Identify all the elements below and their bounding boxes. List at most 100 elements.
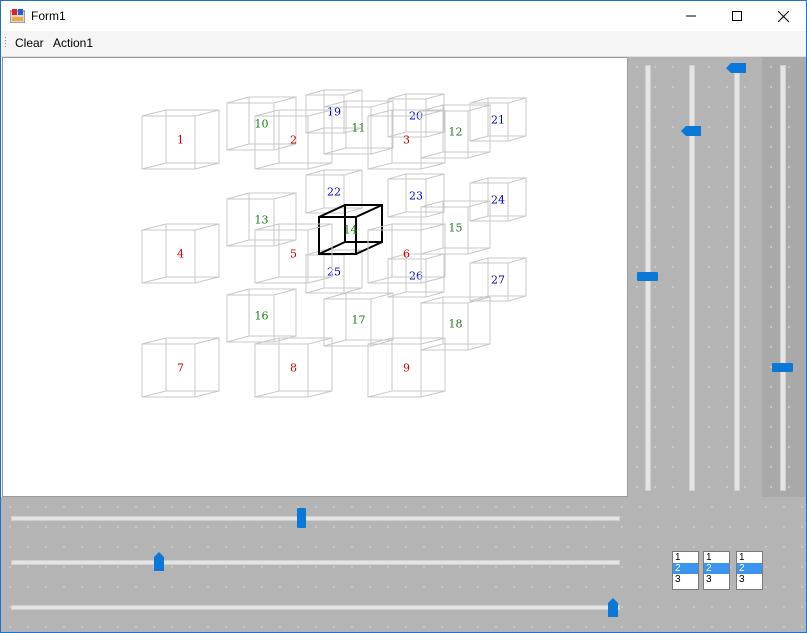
cube-label: 18 [449, 318, 463, 331]
listbox-1[interactable]: 1 2 3 [672, 551, 699, 590]
cube-edge [141, 223, 167, 231]
cube-edge [307, 276, 333, 284]
cube-1[interactable]: 1 [141, 109, 220, 170]
app-icon [10, 9, 25, 23]
cube-edge [367, 223, 393, 231]
cube-17[interactable]: 17 [323, 292, 394, 347]
cube-edge [141, 337, 167, 345]
cube-grid[interactable]: 19 20 2122 23 2425 26 2710 11 121314 1516 17 181 2 34… [3, 58, 627, 496]
vertical-slider-1-thumb[interactable] [637, 271, 658, 281]
cube-edge [420, 223, 446, 231]
cube-edge [387, 173, 407, 180]
listbox-2-item-selected[interactable]: 2 [704, 563, 729, 574]
cube-21[interactable]: 21 [469, 97, 527, 142]
cube-edge [425, 211, 445, 218]
cube-edge [469, 257, 489, 264]
cube-edge [307, 162, 333, 170]
minimize-button[interactable] [668, 1, 714, 31]
horizontal-slider-3-track[interactable] [11, 605, 620, 610]
vertical-slider-3-track[interactable] [734, 65, 740, 491]
cube-edge [226, 239, 250, 247]
cube-edge [370, 147, 394, 155]
cube-24[interactable]: 24 [469, 177, 527, 222]
cube-edge [420, 162, 446, 170]
cube-edge [194, 162, 220, 170]
listbox-1-item[interactable]: 3 [673, 574, 698, 585]
cube-edge [343, 287, 363, 294]
close-button[interactable] [760, 1, 806, 31]
menu-clear[interactable]: Clear [12, 36, 47, 50]
listbox-2-item[interactable]: 3 [704, 574, 729, 585]
cube-edge [467, 104, 491, 112]
listbox-1-item-selected[interactable]: 2 [673, 563, 698, 574]
cube-16[interactable]: 16 [226, 288, 297, 343]
cube-label: 17 [352, 314, 366, 327]
cube-22[interactable]: 22 [305, 169, 363, 214]
cube-25[interactable]: 25 [305, 249, 363, 294]
vertical-slider-2-thumb[interactable] [681, 125, 701, 136]
cube-edge [323, 147, 347, 155]
cube-edge [305, 207, 325, 214]
vertical-slider-4-track[interactable] [780, 65, 786, 491]
cube-edge [226, 143, 250, 151]
listbox-2-item[interactable]: 1 [704, 552, 729, 563]
cube-edge [226, 288, 250, 296]
cube-4[interactable]: 4 [141, 223, 220, 284]
cube-edge [273, 192, 297, 200]
cube-edge [469, 177, 489, 184]
cube-label: 8 [290, 362, 297, 375]
listbox-3[interactable]: 1 2 3 [736, 551, 763, 590]
horizontal-slider-1-thumb[interactable] [297, 508, 307, 528]
cube-edge [273, 288, 297, 296]
title-bar[interactable]: Form1 [1, 1, 806, 31]
menu-strip: Clear Action1 [1, 31, 806, 57]
cube-edge [425, 253, 445, 260]
maximize-icon [732, 11, 742, 21]
cube-edge [194, 109, 220, 117]
cube-edge [305, 127, 325, 134]
minimize-icon [686, 15, 696, 17]
cube-edge [343, 89, 363, 96]
cube-edge [226, 96, 250, 104]
horizontal-slider-3-thumb[interactable] [608, 598, 618, 617]
cube-27[interactable]: 27 [469, 257, 527, 302]
cube-edge [141, 276, 167, 284]
cube-front-face [367, 115, 422, 170]
cube-edge [467, 296, 491, 304]
cube-7[interactable]: 7 [141, 337, 220, 398]
horizontal-slider-2-thumb[interactable] [153, 552, 164, 571]
cube-label: 23 [409, 190, 423, 203]
listbox-2[interactable]: 1 2 3 [703, 551, 730, 590]
drawing-canvas[interactable]: 19 20 21 22 23 24 25 26 27 10 11 12 13 14 15 16 17 18 1 2 3 4… [2, 57, 628, 497]
close-icon [777, 10, 789, 22]
horizontal-slider-1-track[interactable] [11, 516, 620, 521]
cube-edge [507, 135, 527, 142]
listbox-3-item[interactable]: 3 [737, 574, 762, 585]
cube-edge [420, 247, 444, 255]
listbox-1-item[interactable]: 1 [673, 552, 698, 563]
cube-edge [355, 241, 383, 255]
cube-back-face [165, 337, 220, 392]
horizontal-slider-2-track[interactable] [11, 560, 620, 565]
listbox-3-item[interactable]: 1 [737, 552, 762, 563]
cube-edge [226, 335, 250, 343]
vertical-slider-3-thumb[interactable] [726, 63, 746, 73]
menu-action1[interactable]: Action1 [50, 36, 96, 50]
cube-18[interactable]: 18 [420, 296, 491, 351]
cube-edge [420, 200, 444, 208]
cube-back-face [165, 223, 220, 278]
cube-front-face [254, 229, 309, 284]
listbox-3-item-selected[interactable]: 2 [737, 563, 762, 574]
cube-23[interactable]: 23 [387, 173, 445, 218]
cube-label: 16 [255, 310, 269, 323]
cube-26[interactable]: 26 [387, 253, 445, 298]
window-title: Form1 [31, 9, 66, 23]
cube-label: 7 [177, 362, 184, 375]
cube-edge [370, 100, 394, 108]
vertical-slider-4-thumb[interactable] [772, 363, 793, 373]
cube-10[interactable]: 10 [226, 96, 297, 151]
cube-edge [425, 173, 445, 180]
cube-8[interactable]: 8 [254, 337, 333, 398]
maximize-button[interactable] [714, 1, 760, 31]
cube-13[interactable]: 13 [226, 192, 297, 247]
